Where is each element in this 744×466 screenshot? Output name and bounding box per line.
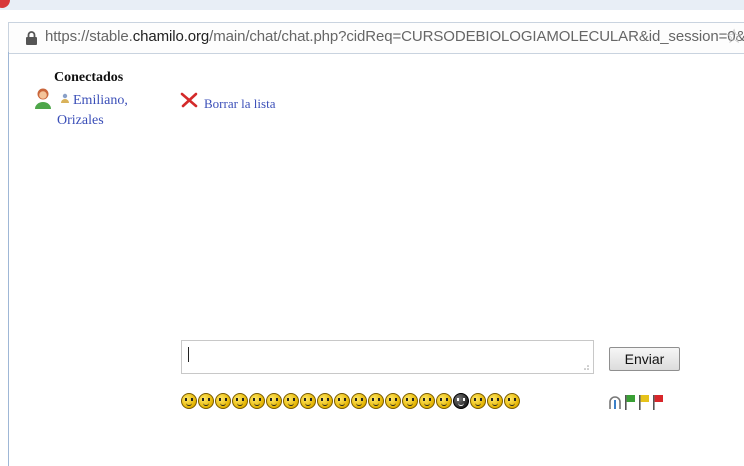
grin-emoticon-icon[interactable] (232, 393, 248, 409)
url-path: /main/chat/chat.php?cidReq=CURSODEBIOLOG… (209, 28, 744, 45)
smile3-emoticon-icon[interactable] (402, 393, 418, 409)
neutral-emoticon-icon[interactable] (436, 393, 452, 409)
flag-bar (608, 394, 666, 410)
connected-title: Conectados (54, 70, 124, 85)
wink-emoticon-icon[interactable] (215, 393, 231, 409)
laugh-emoticon-icon[interactable] (283, 393, 299, 409)
delete-x-icon (180, 92, 198, 108)
confused-emoticon-icon[interactable] (317, 393, 333, 409)
surprised-emoticon-icon[interactable] (266, 393, 282, 409)
address-bar[interactable]: https://stable.chamilo.org/main/chat/cha… (8, 22, 744, 54)
question-emoticon-icon[interactable] (487, 393, 503, 409)
yellow-flag-icon[interactable] (638, 394, 650, 410)
browser-top-strip (0, 0, 744, 10)
green-flag-icon[interactable] (624, 394, 636, 410)
thinking-emoticon-icon[interactable] (300, 393, 316, 409)
window-left-border (8, 52, 9, 466)
url-host: chamilo.org (132, 28, 210, 45)
cool-emoticon-icon[interactable] (249, 393, 265, 409)
message-input[interactable] (181, 340, 594, 374)
text-caret (188, 347, 189, 362)
happy-emoticon-icon[interactable] (198, 393, 214, 409)
dark-emoticon-icon[interactable] (453, 393, 469, 409)
lock-icon (26, 31, 37, 45)
bookmark-star-icon[interactable]: ☆ (725, 27, 743, 47)
info-emoticon-icon[interactable] (504, 393, 520, 409)
clear-list-button[interactable]: Borrar la lista (180, 91, 275, 112)
angry-emoticon-icon[interactable] (368, 393, 384, 409)
info-flag-icon[interactable] (608, 394, 622, 410)
clear-list-label: Borrar la lista (204, 96, 276, 111)
url-prefix: https://stable. (45, 28, 133, 45)
smile2-emoticon-icon[interactable] (334, 393, 350, 409)
tongue-emoticon-icon[interactable] (351, 393, 367, 409)
connected-user-link[interactable]: Emiliano, Orizales (57, 91, 147, 131)
resize-grip-icon[interactable] (583, 364, 589, 370)
blush-emoticon-icon[interactable] (385, 393, 401, 409)
red-flag-icon[interactable] (652, 394, 664, 410)
exclaim-emoticon-icon[interactable] (470, 393, 486, 409)
send-button[interactable]: Enviar (609, 347, 680, 371)
smile-emoticon-icon[interactable] (181, 393, 197, 409)
user-avatar-icon (35, 88, 51, 109)
emoticon-bar (181, 393, 521, 409)
url-text[interactable]: https://stable.chamilo.org/main/chat/cha… (45, 28, 744, 45)
sad-emoticon-icon[interactable] (419, 393, 435, 409)
